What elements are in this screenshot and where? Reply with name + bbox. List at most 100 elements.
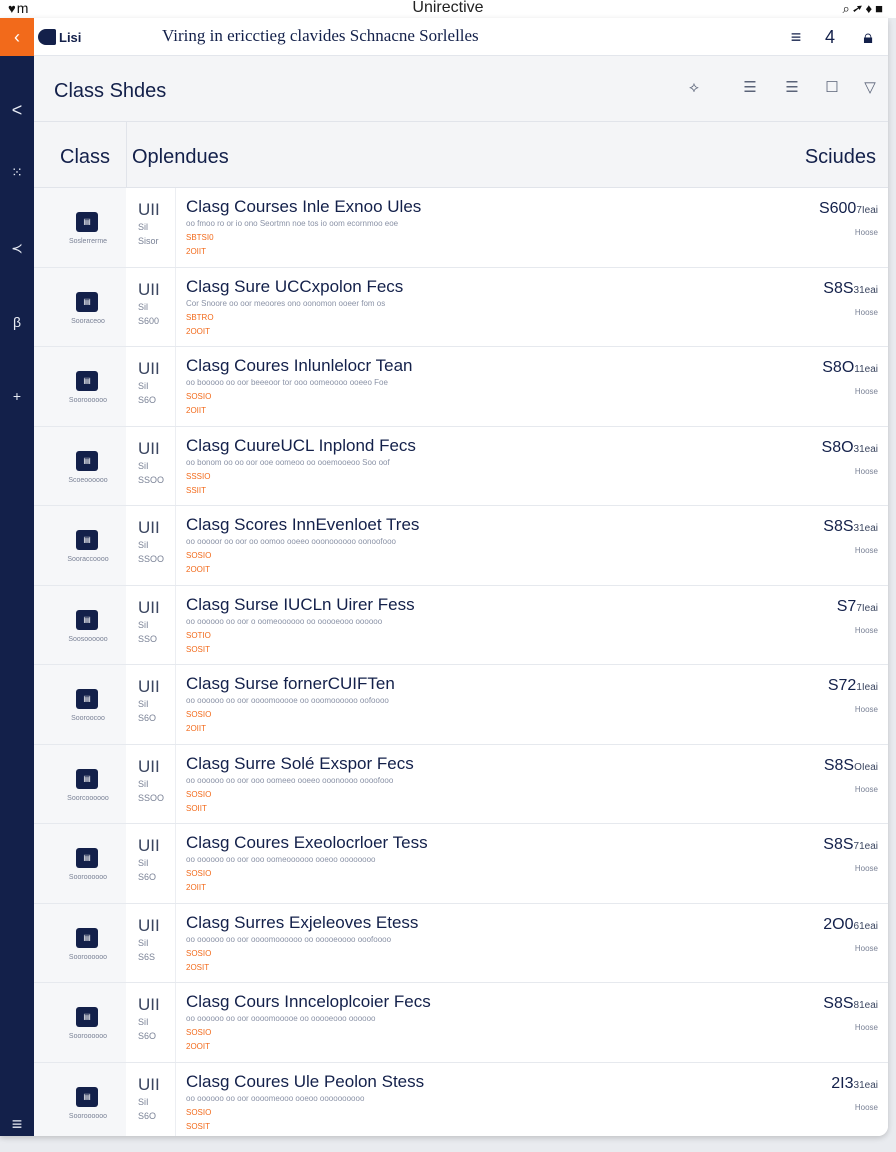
rail-back-icon[interactable]: < (0, 98, 34, 122)
list-icon-2[interactable]: ☰ (782, 78, 802, 98)
row-unit-sub: S6O (138, 395, 157, 405)
row-thumb-cell: ▤ Sooroooooo (34, 903, 126, 982)
course-icon: ▤ (76, 212, 98, 232)
rail-plus-icon[interactable]: + (0, 384, 34, 408)
price-value: S8S (823, 279, 854, 297)
row-code: Sooroooooo (68, 953, 108, 961)
table-row[interactable]: ▤ Sooraccoooo UII SiI SSOO Clasg Scores InnEv… (34, 506, 888, 586)
price-suffix: 81eai (853, 1000, 878, 1011)
app-title: Viring in ericctieg clavides Schnacne So… (162, 26, 479, 45)
row-code: Sooroooooo (68, 1112, 108, 1120)
row-unit: UII (138, 359, 160, 378)
course-price: S8S31eai (823, 518, 878, 536)
row-thumb-cell: ▤ Sooroooooo (34, 1062, 126, 1136)
course-price: S721Ieai (828, 677, 878, 695)
rail-menu-icon[interactable]: ≡ (0, 1112, 34, 1136)
row-unit: UII (138, 1074, 160, 1094)
table-row[interactable]: ▤ Sooroooooo UII SiI S6S Clasg Surres Exjeleo… (34, 903, 888, 983)
pin-icon[interactable]: ⟡ (684, 78, 704, 98)
table-row[interactable]: ▤ Sooroooooo UII SiI S6O Clasg Coures Ule Peo… (34, 1062, 888, 1136)
price-suffix: 7Ieai (856, 205, 878, 216)
table-row[interactable]: ▤ Soslerrerme UII Sil Sisor Clasg Courses Inl… (34, 188, 888, 268)
price-note: Hoose (854, 228, 878, 237)
menu-icon[interactable]: ≡ (784, 25, 808, 49)
table-row[interactable]: ▤ Soorcoooooo UII SiI SSOO Clasg Surre Solé E… (34, 744, 888, 824)
row-code: Sooroocoo (71, 715, 105, 722)
row-unit-sub: S6O (138, 1031, 157, 1041)
table-row[interactable]: ▤ Sooroooooo UII SiI S6O Clasg Coures Exeoloc… (34, 824, 888, 904)
course-title[interactable]: Clasg Surre Solé Exspor Fecs (186, 754, 414, 774)
table-row[interactable]: ▤ Sooraceoo UII Sil S600 Clasg Sure UCCxpolon… (34, 267, 888, 347)
row-unit-cell: UII Sil S600 (126, 267, 176, 346)
course-description: oo fmoo ro or io ono Seortmn noe tos io … (186, 219, 399, 228)
price-value: S8S (823, 836, 854, 853)
course-title[interactable]: Clasg Surse IUCLn Uirer Fess (186, 595, 415, 615)
row-unit-sub: SiI (138, 937, 149, 948)
row-unit-cell: UII SiI SSOO (126, 744, 176, 823)
checkbox-icon[interactable]: ☐ (822, 78, 842, 98)
row-unit: UII (138, 279, 160, 299)
course-title[interactable]: Clasg Surse fornerCUIFTen (186, 674, 395, 694)
table-row[interactable]: ▤ Soosoooooo UII SiI SSO Clasg Surse IUCLn Ui… (34, 585, 888, 665)
course-description: oo oooooo oo oor ooo oomeoooooo ooeoo oo… (186, 855, 376, 864)
row-unit: UII (138, 518, 160, 537)
course-title[interactable]: Clasg Coures Ule Peolon Stess (186, 1072, 424, 1092)
course-tag: 2OIIT (186, 883, 207, 892)
row-thumb-cell: ▤ Soslerrerme (34, 188, 126, 267)
row-unit-cell: UII SiI S6S (126, 903, 176, 982)
filter-icon[interactable]: ▽ (860, 78, 880, 98)
battery-icon: ■ (875, 1, 886, 16)
course-title[interactable]: Clasg Scores InnEvenloet Tres (186, 515, 419, 535)
price-value: S72 (827, 677, 857, 694)
list-icon[interactable]: ☰ (740, 78, 760, 98)
course-title[interactable]: Clasg Coures Exeolocrloer Tess (186, 833, 428, 853)
row-code: Soorcoooooo (67, 794, 109, 802)
course-tag: SOSIO (186, 710, 212, 719)
course-description: oo bonom oo oo oor ooe oomeoo oo ooemooe… (186, 457, 390, 467)
course-title[interactable]: Clasg CuureUCL Inplond Fecs (186, 436, 416, 456)
price-suffix: 61eai (853, 920, 878, 932)
app-window: ‹ Lisi Viring in ericctieg clavides Schn… (0, 18, 888, 1136)
course-icon: ▤ (76, 291, 98, 312)
course-tag: SOTIO (186, 630, 211, 640)
course-title[interactable]: Clasg Cours Innceloplcoier Fecs (186, 992, 431, 1012)
row-unit: UII (138, 836, 160, 855)
course-title[interactable]: Clasg Sure UCCxpolon Fecs (186, 277, 403, 297)
table-row[interactable]: ▤ Sooroooooo UII SiI S6O Clasg Cours Inncelop… (34, 983, 888, 1063)
price-suffix: 31eai (853, 284, 878, 296)
row-unit-cell: UII SiI SSOO (126, 506, 176, 585)
rail-book-icon[interactable]: β (0, 310, 34, 334)
course-price: S6007Ieai (819, 200, 878, 218)
course-tag: SSSIO (186, 471, 211, 481)
course-title[interactable]: Clasg Coures Inlunlelocr Tean (186, 356, 412, 376)
notification-icon[interactable]: 4 (818, 25, 842, 49)
column-header-price[interactable]: Sciudes (805, 146, 876, 169)
price-note: Hoose (854, 1023, 878, 1032)
lock-icon[interactable]: 🔒︎ (856, 25, 880, 49)
app-bar: ‹ Lisi Viring in ericctieg clavides Schn… (0, 18, 888, 56)
course-icon: ▤ (76, 1007, 98, 1027)
course-price: S77Ieai (837, 598, 878, 616)
table-row[interactable]: ▤ Sooroooooo UII SiI S6O Clasg Coures Inlunle… (34, 347, 888, 427)
table-row[interactable]: ▤ Scoeoooooo UII SiI SSOO Clasg CuureUCL Inpl… (34, 426, 888, 506)
table-row[interactable]: ▤ Sooroocoo UII SiI S6O Clasg Surse fornerCUI… (34, 665, 888, 745)
column-header-class[interactable]: Class (60, 146, 110, 169)
rail-grid-icon[interactable]: ⁙ (0, 160, 34, 184)
row-code: Sooraceoo (71, 317, 105, 325)
brand[interactable]: Lisi (38, 27, 81, 47)
course-title[interactable]: Clasg Surres Exjeleoves Etess (186, 913, 418, 933)
course-tag: 2OIIT (186, 406, 207, 415)
search-icon: ⌕ (842, 1, 853, 16)
row-unit-sub: SiI (138, 778, 149, 789)
course-title[interactable]: Clasg Courses Inle Exnoo Ules (186, 197, 421, 217)
course-description: oo booooo oo oor beeeoor tor ooo oomeooo… (186, 378, 388, 387)
column-header-schedules[interactable]: Oplendues (132, 146, 229, 169)
rail-code-icon[interactable]: ≺ (0, 236, 34, 260)
course-description: oo oooooo oo oor oooomooooe oo ooooeooo … (186, 1014, 376, 1023)
back-button[interactable]: ‹ (0, 18, 34, 56)
price-value: S8O (822, 359, 855, 376)
price-note: Hoose (854, 625, 878, 635)
course-price: 2O061eai (823, 916, 878, 934)
course-price: S8O31eai (822, 439, 878, 457)
row-unit-sub: S6O (138, 713, 157, 723)
